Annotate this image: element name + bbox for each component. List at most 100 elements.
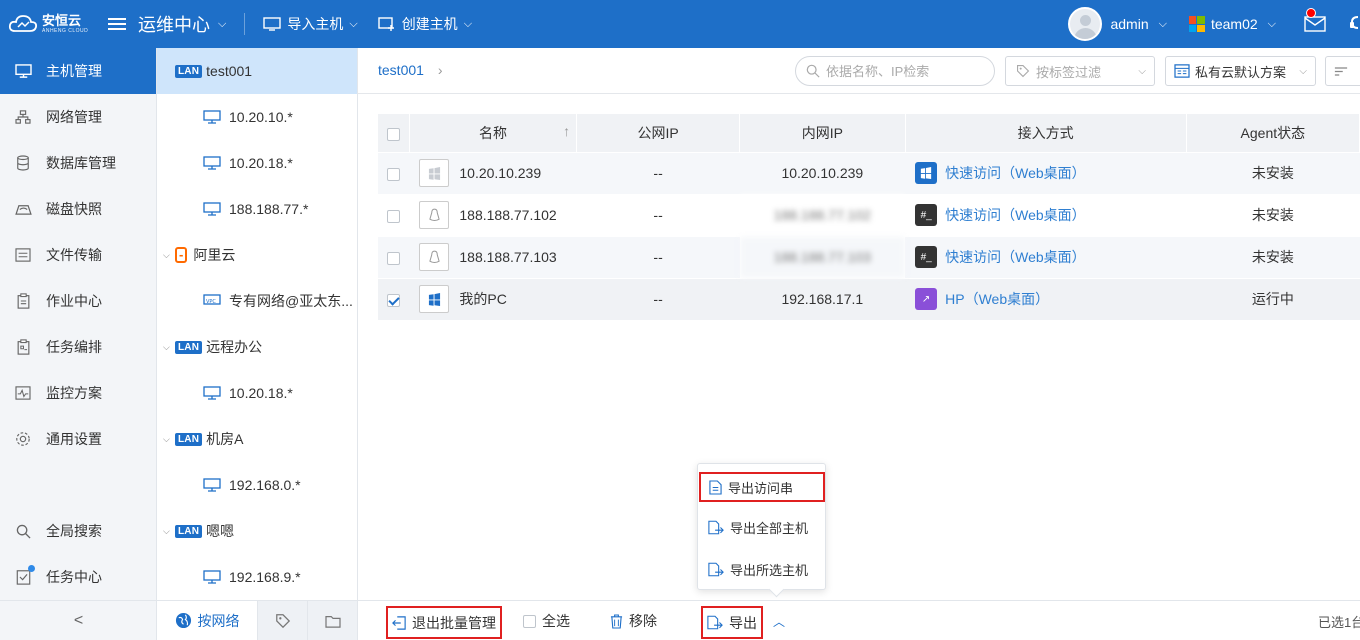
nav-item-task-center[interactable]: 任务中心 [0, 554, 157, 600]
tree-group-aliyun[interactable]: ⌵ - 阿里云 [157, 232, 357, 278]
column-header-access[interactable]: 接入方式 [905, 114, 1187, 152]
host-name[interactable]: 188.188.77.103 [459, 249, 556, 265]
chevron-down-icon[interactable]: ⌵ [163, 250, 175, 261]
tag-filter-select[interactable]: 按标签过滤 ⌵ [1005, 56, 1155, 86]
breadcrumb-item[interactable]: test001 [378, 62, 424, 78]
column-header-agent-status[interactable]: Agent状态 [1186, 114, 1360, 152]
table-row[interactable]: 10.20.10.239 -- 10.20.10.239 快速访问（Web桌面）… [378, 151, 1360, 194]
remove-button[interactable]: 移除 [610, 601, 657, 640]
column-header-private-ip[interactable]: 内网IP [739, 114, 906, 152]
host-name[interactable]: 10.20.10.239 [459, 165, 541, 181]
logo[interactable]: 安恒云 ANHENG CLOUD [0, 0, 100, 48]
chevron-down-icon[interactable]: ⌵ [1159, 18, 1167, 31]
chevron-left-icon: < [73, 611, 84, 629]
column-header-public-ip[interactable]: 公网IP [576, 114, 741, 152]
nav-item-global-search[interactable]: 全局搜索 [0, 508, 157, 554]
terminal-icon: #_ [915, 204, 938, 226]
tree-group-machine-room-a[interactable]: ⌵ LAN 机房A [157, 416, 357, 462]
tree-label: 机房A [206, 431, 244, 447]
hamburger-menu-icon[interactable] [108, 18, 126, 30]
import-host-menu[interactable]: 导入主机 ⌵ [263, 14, 358, 34]
nav-item-database-management[interactable]: 数据库管理 [0, 140, 156, 186]
avatar[interactable] [1068, 7, 1103, 41]
row-checkbox[interactable] [387, 209, 401, 223]
column-header-name[interactable]: 名称 ↑ [409, 114, 578, 152]
by-network-tab[interactable]: 按网络 [157, 601, 257, 640]
access-link[interactable]: #_ 快速访问（Web桌面） [905, 204, 1186, 226]
nav-item-task-orchestration[interactable]: 任务编排 [0, 324, 156, 370]
scheme-select[interactable]: 私有云默认方案 ⌵ [1165, 56, 1316, 86]
public-ip: -- [576, 235, 740, 278]
row-checkbox[interactable] [387, 294, 401, 308]
tree-group-remote-office[interactable]: ⌵ LAN 远程办公 [157, 324, 357, 370]
nav-item-file-transfer[interactable]: 文件传输 [0, 232, 156, 278]
app-title[interactable]: 运维中心 [138, 11, 210, 37]
tree-leaf[interactable]: 10.20.18.* [157, 140, 357, 186]
host-name[interactable]: 188.188.77.102 [459, 207, 556, 223]
sort-arrow-icon[interactable]: ↑ [563, 123, 570, 139]
nav-item-disk-snapshot[interactable]: 磁盘快照 [0, 186, 156, 232]
cloud-logo-icon [8, 15, 38, 32]
table-row[interactable]: 我的PC -- 192.168.17.1 ↗ HP（Web桌面） 运行中 [378, 277, 1360, 320]
nav-item-job-center[interactable]: 作业中心 [0, 278, 156, 324]
nav-item-general-settings[interactable]: 通用设置 [0, 416, 156, 462]
chevron-up-icon[interactable]: ︿ [773, 613, 785, 630]
row-checkbox[interactable] [387, 167, 401, 181]
selected-count: 已选1台 [1318, 614, 1360, 630]
username[interactable]: admin [1110, 16, 1148, 32]
monitor-icon [203, 110, 221, 124]
table-row[interactable]: 188.188.77.103 -- 188.188.77.103 #_ 快速访问… [378, 235, 1360, 278]
message-icon[interactable] [1304, 8, 1326, 32]
access-link[interactable]: ↗ HP（Web桌面） [905, 288, 1186, 311]
tree-leaf[interactable]: 192.168.9.* [157, 554, 357, 600]
export-selected-hosts-item[interactable]: 导出所选主机 [704, 554, 808, 584]
tree-group-enen[interactable]: ⌵ LAN 嗯嗯 [157, 508, 357, 554]
headset-icon[interactable] [1348, 14, 1360, 34]
select-all-button[interactable]: 全选 [523, 601, 570, 640]
tree-leaf[interactable]: 10.20.10.* [157, 94, 357, 140]
nav-label: 数据库管理 [46, 155, 116, 171]
access-link[interactable]: 快速访问（Web桌面） [905, 162, 1186, 184]
chevron-down-icon[interactable]: ⌵ [163, 434, 175, 445]
nav-item-host-management[interactable]: 主机管理 [0, 48, 156, 94]
by-tag-tab[interactable] [257, 601, 307, 640]
select-all-checkbox[interactable] [386, 127, 400, 141]
table-row[interactable]: 188.188.77.102 -- 188.188.77.102 #_ 快速访问… [378, 193, 1360, 236]
tree-leaf[interactable]: 192.168.0.* [157, 462, 357, 508]
tree-leaf[interactable]: VPC 专有网络@亚太东... [157, 278, 357, 324]
globe-icon [175, 612, 191, 629]
export-button[interactable]: 导出 [701, 606, 763, 639]
nav-item-monitoring-scheme[interactable]: 监控方案 [0, 370, 156, 416]
search-input[interactable] [826, 63, 986, 79]
collapse-sidebar-button[interactable]: < [0, 600, 157, 640]
chevron-down-icon[interactable]: ⌵ [218, 18, 226, 31]
tree-leaf[interactable]: 188.188.77.* [157, 186, 357, 232]
left-nav: 主机管理 网络管理 数据库管理 磁盘快照 文件传输 作业中心 任务编排 监控方案… [0, 48, 157, 640]
select-all-checkbox[interactable] [523, 614, 536, 628]
gear-icon [14, 430, 32, 448]
chevron-down-icon[interactable]: ⌵ [163, 526, 175, 537]
tree-group-test001[interactable]: LAN test001 [157, 48, 357, 94]
chevron-down-icon[interactable]: ⌵ [163, 342, 175, 353]
host-name[interactable]: 我的PC [459, 289, 506, 309]
lan-badge: LAN [175, 64, 203, 78]
by-folder-tab[interactable] [307, 601, 357, 640]
export-icon [708, 520, 724, 534]
nav-item-network-management[interactable]: 网络管理 [0, 94, 156, 140]
search-box[interactable] [795, 56, 995, 86]
header-checkbox-cell[interactable] [378, 114, 410, 152]
row-checkbox[interactable] [387, 251, 401, 265]
export-menu: 导出访问串 导出全部主机 导出所选主机 [697, 463, 826, 590]
sort-button[interactable] [1325, 56, 1360, 86]
create-host-menu[interactable]: 创建主机 ⌵ [377, 14, 472, 34]
tree-leaf[interactable]: 10.20.18.* [157, 370, 357, 416]
export-access-string-item[interactable]: 导出访问串 [699, 472, 825, 502]
team-switcher[interactable]: team02 ⌵ [1188, 16, 1276, 32]
export-all-hosts-item[interactable]: 导出全部主机 [704, 512, 808, 542]
trash-icon [610, 613, 623, 629]
exit-batch-button[interactable]: 退出批量管理 [386, 606, 502, 639]
agent-status: 未安装 [1186, 151, 1360, 194]
access-link[interactable]: #_ 快速访问（Web桌面） [905, 246, 1186, 268]
agent-status: 运行中 [1186, 277, 1360, 320]
terminal-icon: #_ [915, 246, 938, 268]
